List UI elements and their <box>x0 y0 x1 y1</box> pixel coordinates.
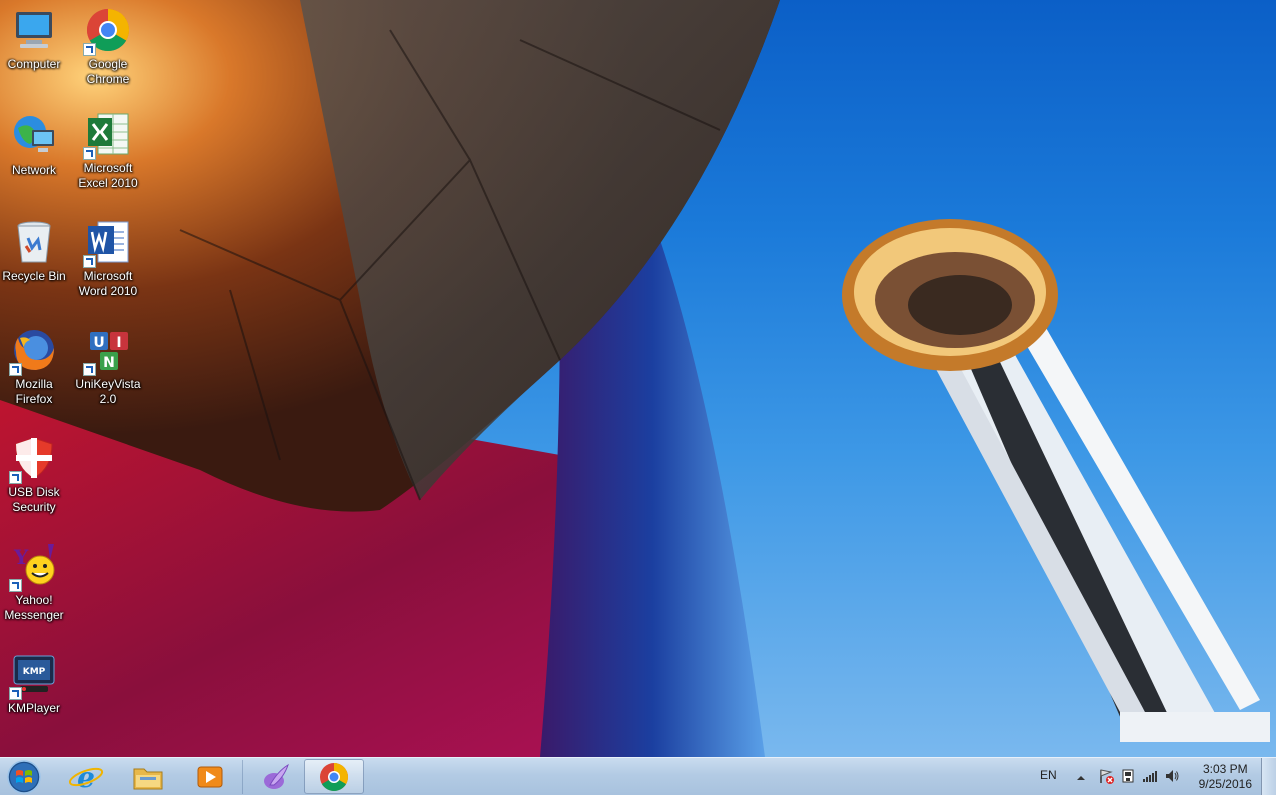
shortcut-arrow-icon <box>9 471 22 484</box>
shortcut-arrow-icon <box>83 43 96 56</box>
svg-text:e: e <box>77 761 95 794</box>
shortcut-arrow-icon <box>9 687 22 700</box>
desktop-icon-microsoft-excel[interactable]: Microsoft Excel 2010 <box>71 110 145 191</box>
desktop-wallpaper <box>0 0 1276 757</box>
start-button[interactable] <box>4 759 44 795</box>
taskbar-internet-explorer[interactable]: e <box>56 759 116 794</box>
shortcut-arrow-icon <box>83 363 96 376</box>
desktop-icon-label: Yahoo! Messenger <box>4 593 64 622</box>
firefox-icon <box>9 326 58 376</box>
svg-text:N: N <box>103 355 115 371</box>
action-center-icon[interactable] <box>1098 768 1114 789</box>
clock[interactable]: 3:03 PM 9/25/2016 <box>1199 762 1252 792</box>
internet-explorer-icon: e <box>68 761 104 794</box>
desktop-icon-usb-disk-security[interactable]: USB Disk Security <box>0 434 71 515</box>
show-desktop-button[interactable] <box>1261 758 1276 795</box>
taskbar-separator <box>242 760 243 794</box>
file-explorer-icon <box>133 768 163 790</box>
taskbar-media-player[interactable] <box>180 759 240 794</box>
desktop-icon-label: Microsoft Excel 2010 <box>78 161 138 190</box>
desktop-icon-label: Computer <box>7 57 61 71</box>
unikey-icon: UIN <box>83 326 132 376</box>
desktop-icon-label: Recycle Bin <box>2 269 66 283</box>
computer-icon <box>10 6 58 54</box>
network-icon <box>10 112 58 160</box>
language-indicator[interactable]: EN <box>1040 768 1057 782</box>
chevron-up-icon <box>1077 776 1085 780</box>
show-hidden-icons-button[interactable] <box>1076 770 1086 788</box>
desktop-icon-label: KMPlayer <box>7 701 60 715</box>
word-icon <box>83 218 132 268</box>
taskbar-feather-app[interactable] <box>244 759 304 794</box>
feather-app-icon <box>264 763 289 789</box>
usb-disk-security-icon <box>9 434 58 484</box>
clock-time: 3:03 PM <box>1202 762 1248 776</box>
desktop-icon-label: Google Chrome <box>86 57 130 86</box>
taskbar-google-chrome[interactable] <box>304 759 364 794</box>
clock-date: 9/25/2016 <box>1198 777 1252 791</box>
chrome-icon <box>83 6 132 56</box>
chrome-icon <box>320 763 348 791</box>
network-signal-icon[interactable] <box>1142 768 1158 789</box>
space-needle <box>842 219 1270 742</box>
desktop-icon-label: USB Disk Security <box>8 485 60 514</box>
yahoo-messenger-icon: Y <box>9 542 58 592</box>
desktop-icon-kmplayer[interactable]: KMP KMPlayer <box>0 650 71 716</box>
svg-text:KMP: KMP <box>23 667 46 677</box>
usb-device-icon[interactable] <box>1120 768 1136 789</box>
system-tray: EN 3:03 PM 9/25/2016 <box>1036 758 1276 796</box>
shortcut-arrow-icon <box>9 363 22 376</box>
taskbar-file-explorer[interactable] <box>118 759 178 794</box>
desktop-icon-yahoo-messenger[interactable]: Y Yahoo! Messenger <box>0 542 71 623</box>
volume-icon[interactable] <box>1164 768 1180 789</box>
start-orb-icon <box>7 760 41 794</box>
desktop-icon-label: UniKeyVista 2.0 <box>75 377 141 406</box>
kmplayer-icon: KMP <box>9 650 58 700</box>
shortcut-arrow-icon <box>9 579 22 592</box>
shortcut-arrow-icon <box>83 255 96 268</box>
desktop-icon-computer[interactable]: Computer <box>0 6 71 72</box>
desktop-icon-label: Mozilla Firefox <box>15 377 53 406</box>
desktop-icon-google-chrome[interactable]: Google Chrome <box>71 6 145 87</box>
svg-text:U: U <box>93 335 104 351</box>
taskbar: e EN 3:03 PM 9/25/2016 <box>0 757 1276 795</box>
recycle-bin-icon <box>10 218 58 266</box>
excel-icon <box>83 110 132 160</box>
desktop-icon-microsoft-word[interactable]: Microsoft Word 2010 <box>71 218 145 299</box>
desktop-icon-mozilla-firefox[interactable]: Mozilla Firefox <box>0 326 71 407</box>
desktop-icon-label: Microsoft Word 2010 <box>78 269 138 298</box>
svg-text:I: I <box>116 335 121 351</box>
desktop-icon-recycle-bin[interactable]: Recycle Bin <box>0 218 71 284</box>
desktop-icon-network[interactable]: Network <box>0 112 71 178</box>
wallpaper-art <box>0 0 1270 757</box>
desktop-icon-unikeyvista[interactable]: UIN UniKeyVista 2.0 <box>71 326 145 407</box>
media-player-icon <box>197 766 223 788</box>
shortcut-arrow-icon <box>83 147 96 160</box>
desktop-icon-label: Network <box>11 163 56 177</box>
